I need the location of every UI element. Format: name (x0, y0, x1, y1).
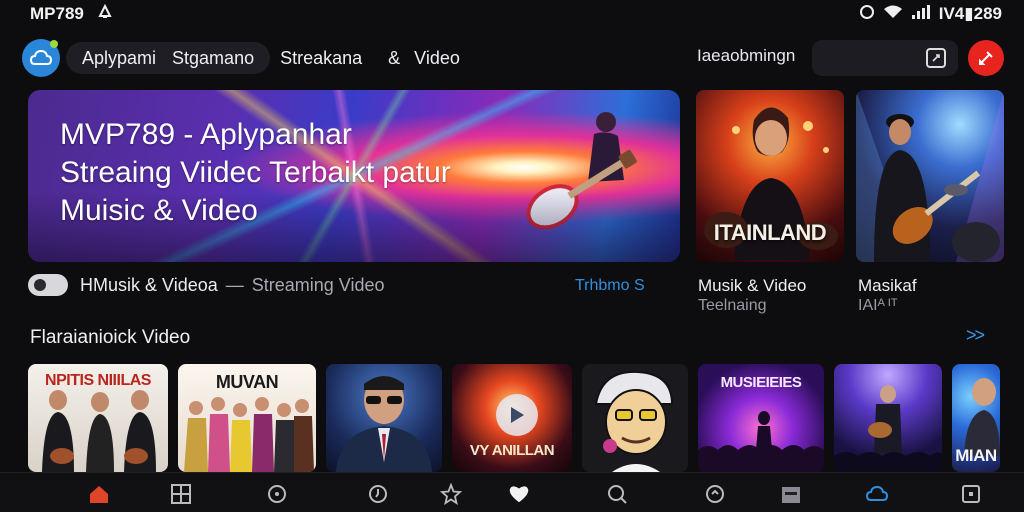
hero-title-line: MVP789 - Aplypanhar (60, 118, 352, 151)
card-overlay-title: ITAINLAND (713, 220, 827, 245)
video-thumbnail[interactable]: VY ANILLAN (452, 364, 572, 472)
search-input[interactable] (812, 40, 958, 76)
profile-button[interactable] (968, 40, 1004, 76)
trending-link[interactable]: Trhbmo S (575, 277, 664, 295)
nav-item-stgamano[interactable]: Stgamano (164, 42, 262, 74)
square-icon[interactable] (960, 483, 982, 505)
thumbnail-overlay: VY ANILLAN (469, 442, 555, 459)
card-1-subtitle: Teelnaing (698, 297, 767, 314)
featured-card-1[interactable]: ITAINLAND (696, 90, 844, 262)
stage-guitarist-image (834, 385, 942, 472)
nav-item-video[interactable]: Video (406, 42, 468, 74)
search-icon[interactable] (606, 483, 628, 505)
hero-title-line: Muisic & Video (60, 194, 258, 227)
thumbnail-overlay: MUVAN (215, 372, 279, 392)
star-icon[interactable] (440, 483, 462, 505)
hero-title: MVP789 - Aplypanhar Streaing Viidec Terb… (60, 116, 451, 230)
status-app-name: MP789 (30, 4, 84, 23)
compass-icon[interactable] (266, 483, 288, 505)
refresh-icon[interactable] (704, 483, 726, 505)
nav-item-aplypami[interactable]: Aplypami (74, 42, 164, 74)
autoplay-toggle[interactable] (28, 274, 68, 296)
play-button-icon[interactable] (496, 394, 538, 436)
caption-dash: — (225, 274, 244, 295)
card-1-title[interactable]: Musik & Video (698, 276, 806, 296)
nav-pill: Aplypami Stgamano (66, 42, 271, 74)
featured-card-2[interactable] (856, 90, 1004, 262)
guitar-player-image (856, 90, 1004, 262)
concert-crowd-image (698, 411, 824, 472)
logo-badge (50, 40, 58, 48)
thumbnail-overlay: MIAN (955, 446, 997, 465)
status-bar: MP789 IV4▮289 (0, 0, 1024, 28)
hero-banner[interactable]: MVP789 - Aplypanhar Streaing Viidec Terb… (28, 90, 680, 262)
cloud-logo-icon (30, 49, 52, 65)
header-label[interactable]: Iaeaobmingn (697, 46, 795, 66)
video-thumbnail[interactable]: MUVAN (178, 364, 316, 472)
band-image (42, 390, 156, 472)
video-thumbnail[interactable]: NPITIS NIIILAS (28, 364, 168, 472)
thumbnail-overlay: MUSIEIEIES (720, 374, 802, 391)
hero-caption: HMusik & Videoa — Streaming Video (28, 274, 384, 296)
section-more-button[interactable]: >> (966, 325, 985, 346)
caption-main: HMusik & Videoa (80, 274, 218, 295)
status-right-text: IV4▮289 (938, 4, 1002, 23)
wifi-icon (883, 4, 903, 25)
card-2-subtitle: IAIᴬ ᴵᵀ (858, 297, 898, 314)
cloud-icon[interactable] (866, 483, 888, 505)
top-header: Aplypami Stgamano Streakana & Video Iaea… (0, 36, 1024, 80)
video-thumbnail[interactable] (582, 364, 688, 472)
video-thumbnail[interactable]: MUSIEIEIES (698, 364, 824, 472)
home-icon[interactable] (88, 483, 110, 505)
notification-icon (98, 3, 112, 25)
video-thumbnail-row: NPITIS NIIILAS MUVAN VY ANILLAN MUSIEIEI… (0, 364, 1024, 472)
hero-title-line: Streaing Viidec Terbaikt patur (60, 156, 451, 189)
bottom-navigation (0, 472, 1024, 512)
video-thumbnail[interactable]: MIAN (952, 364, 1000, 472)
section-title: Flaraianioick Video (30, 327, 191, 348)
top-nav: Aplypami Stgamano Streakana & Video (66, 42, 468, 74)
heart-icon[interactable] (508, 483, 530, 505)
search-button-icon[interactable] (926, 48, 946, 68)
group-image (184, 397, 314, 472)
video-thumbnail[interactable] (326, 364, 442, 472)
nav-separator: & (388, 47, 401, 68)
cartoon-face-image (594, 370, 674, 472)
clock-icon[interactable] (367, 483, 389, 505)
calendar-icon[interactable] (780, 483, 802, 505)
caption-sub: Streaming Video (251, 274, 385, 295)
card-2-title[interactable]: Masikaf (858, 276, 917, 296)
edit-icon (979, 51, 993, 65)
alarm-icon (859, 4, 875, 25)
man-sunglasses-image (336, 376, 432, 472)
nav-item-streakana[interactable]: Streakana (270, 42, 370, 74)
grid-icon[interactable] (170, 483, 192, 505)
app-logo[interactable] (22, 39, 60, 77)
signal-icon (911, 4, 931, 25)
video-thumbnail[interactable] (834, 364, 942, 472)
